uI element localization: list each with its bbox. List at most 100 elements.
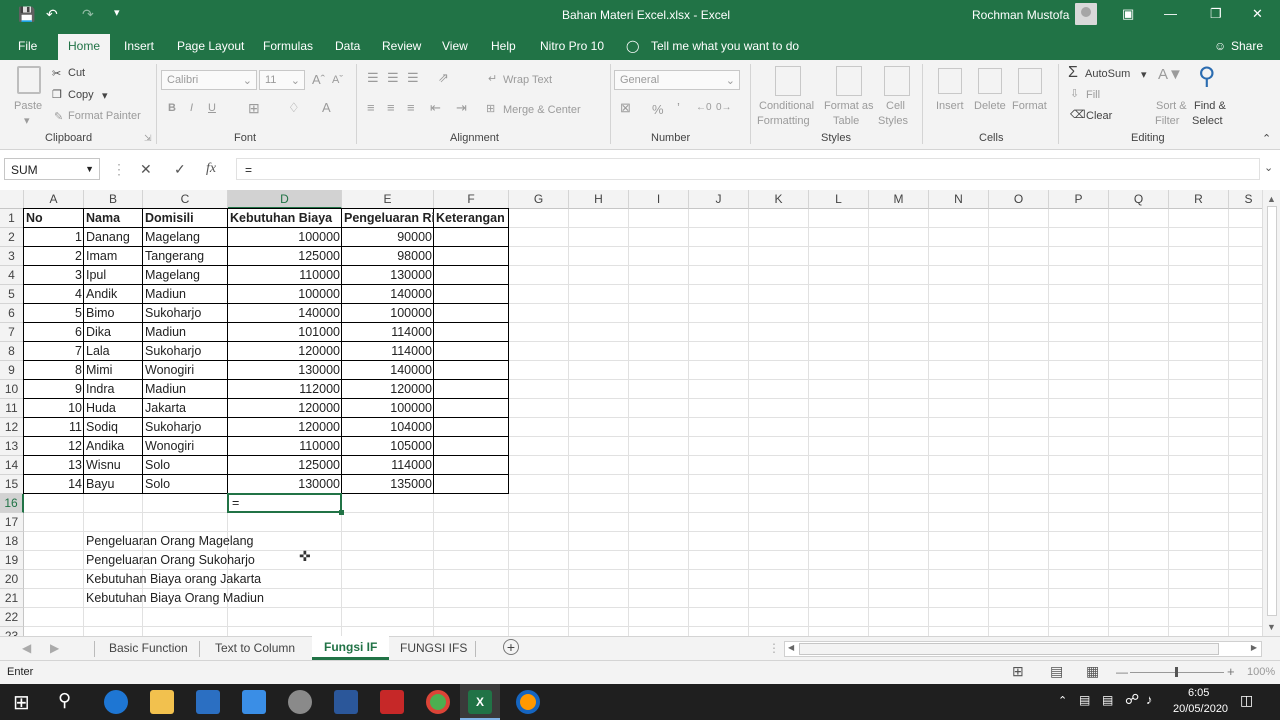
column-header-k[interactable]: K bbox=[749, 190, 809, 209]
search-icon[interactable]: ⚲ bbox=[58, 690, 71, 711]
middle-align-icon[interactable]: ☰ bbox=[387, 70, 399, 86]
table-cell[interactable]: 140000 bbox=[342, 361, 434, 380]
tab-review[interactable]: Review bbox=[382, 39, 421, 53]
select-all-corner[interactable] bbox=[0, 190, 24, 209]
insert-function-button[interactable]: fx bbox=[206, 161, 216, 177]
bottom-align-icon[interactable]: ☰ bbox=[407, 70, 419, 86]
row-header-14[interactable]: 14 bbox=[0, 456, 24, 475]
word-icon[interactable] bbox=[334, 690, 358, 714]
user-name[interactable]: Rochman Mustofa bbox=[972, 8, 1069, 22]
normal-view-icon[interactable]: ⊞ bbox=[1012, 663, 1024, 680]
note-cell[interactable]: Kebutuhan Biaya Orang Madiun bbox=[84, 589, 344, 608]
table-cell[interactable]: Wisnu bbox=[84, 456, 143, 475]
sheet-tab-text-to-column[interactable]: Text to Column bbox=[215, 641, 295, 655]
sheet-tab-basic-function[interactable]: Basic Function bbox=[109, 641, 188, 655]
format-as-table-button[interactable]: Format as bbox=[824, 100, 874, 112]
table-cell[interactable]: Wonogiri bbox=[143, 437, 228, 456]
comma-icon[interactable]: ’ bbox=[677, 100, 680, 115]
row-header-12[interactable]: 12 bbox=[0, 418, 24, 437]
column-header-n[interactable]: N bbox=[929, 190, 989, 209]
scroll-right-icon[interactable]: ▶ bbox=[1251, 643, 1257, 652]
row-header-22[interactable]: 22 bbox=[0, 608, 24, 627]
table-cell[interactable]: 120000 bbox=[228, 418, 342, 437]
tell-me-search[interactable]: Tell me what you want to do bbox=[651, 39, 799, 53]
volume-icon[interactable]: ♪ bbox=[1146, 692, 1153, 707]
scroll-up-icon[interactable]: ▲ bbox=[1267, 194, 1276, 204]
excel-taskbar-icon[interactable]: X bbox=[468, 690, 492, 714]
table-cell[interactable]: Madiun bbox=[143, 380, 228, 399]
table-cell[interactable]: 100000 bbox=[342, 304, 434, 323]
table-cell[interactable]: 130000 bbox=[228, 361, 342, 380]
zoom-slider-thumb[interactable] bbox=[1175, 667, 1178, 677]
formula-input[interactable]: = bbox=[236, 158, 1260, 180]
borders-icon[interactable]: ⊞ bbox=[248, 100, 260, 117]
edge-icon[interactable] bbox=[104, 690, 128, 714]
clipboard-launcher-icon[interactable]: ⇲ bbox=[144, 133, 152, 144]
firefox-icon[interactable] bbox=[516, 690, 540, 714]
table-cell[interactable]: 9 bbox=[24, 380, 84, 399]
undo-icon[interactable]: ↶ bbox=[46, 6, 58, 23]
save-icon[interactable]: 💾 bbox=[18, 6, 35, 23]
minimize-icon[interactable]: — bbox=[1164, 6, 1177, 21]
tab-view[interactable]: View bbox=[442, 39, 468, 53]
table-cell[interactable]: Madiun bbox=[143, 285, 228, 304]
number-format-select[interactable]: General ⌄ bbox=[614, 70, 740, 90]
scroll-thumb[interactable] bbox=[799, 643, 1219, 655]
sheet-tab-fungsi-if[interactable]: Fungsi IF bbox=[312, 636, 390, 660]
row-header-21[interactable]: 21 bbox=[0, 589, 24, 608]
page-layout-view-icon[interactable]: ▤ bbox=[1050, 663, 1063, 680]
table-cell[interactable]: 10 bbox=[24, 399, 84, 418]
wrap-text-button[interactable]: Wrap Text bbox=[503, 74, 552, 86]
column-header-m[interactable]: M bbox=[869, 190, 929, 209]
format-cells-button[interactable]: Format bbox=[1012, 100, 1047, 112]
table-cell[interactable]: Indra bbox=[84, 380, 143, 399]
app-icon[interactable] bbox=[288, 690, 312, 714]
table-cell[interactable]: 101000 bbox=[228, 323, 342, 342]
increase-indent-icon[interactable]: ⇥ bbox=[456, 100, 467, 116]
table-cell[interactable]: Solo bbox=[143, 456, 228, 475]
table-cell[interactable]: Tangerang bbox=[143, 247, 228, 266]
table-cell[interactable]: Magelang bbox=[143, 228, 228, 247]
table-cell[interactable]: 100000 bbox=[342, 399, 434, 418]
top-align-icon[interactable]: ☰ bbox=[367, 70, 379, 86]
insert-cells-button[interactable]: Insert bbox=[936, 100, 964, 112]
table-cell[interactable]: 125000 bbox=[228, 456, 342, 475]
mail-icon[interactable] bbox=[242, 690, 266, 714]
store-icon[interactable] bbox=[196, 690, 220, 714]
table-cell[interactable]: 12 bbox=[24, 437, 84, 456]
table-cell[interactable]: 120000 bbox=[228, 342, 342, 361]
worksheet-grid[interactable]: A B C D E F G H I J K L M N O P Q R S 1 2 3 4 5 6 7 8 9 10 11 12 13 14 15… bbox=[0, 190, 1262, 636]
column-header-i[interactable]: I bbox=[629, 190, 689, 209]
bold-icon[interactable]: B bbox=[168, 102, 176, 114]
find-select-button[interactable]: Find & bbox=[1194, 100, 1226, 112]
decrease-font-icon[interactable]: Aˇ bbox=[332, 74, 343, 86]
chrome-icon[interactable] bbox=[426, 690, 450, 714]
table-cell[interactable]: Lala bbox=[84, 342, 143, 361]
column-header-b[interactable]: B bbox=[84, 190, 143, 209]
row-header-16[interactable]: 16 bbox=[0, 494, 24, 513]
underline-icon[interactable]: U bbox=[208, 102, 216, 114]
prev-sheet-icon[interactable]: ◀ bbox=[22, 641, 31, 655]
mendeley-icon[interactable] bbox=[380, 690, 404, 714]
collapse-ribbon-icon[interactable]: ⌃ bbox=[1262, 132, 1271, 145]
table-cell[interactable]: 114000 bbox=[342, 342, 434, 361]
scroll-thumb[interactable] bbox=[1267, 206, 1277, 616]
zoom-in-icon[interactable]: + bbox=[1227, 664, 1235, 679]
add-sheet-icon[interactable]: + bbox=[503, 639, 519, 655]
table-cell[interactable]: 100000 bbox=[228, 228, 342, 247]
zoom-out-icon[interactable]: — bbox=[1116, 665, 1128, 679]
clear-button[interactable]: Clear bbox=[1086, 110, 1112, 122]
table-cell[interactable]: 5 bbox=[24, 304, 84, 323]
cell-styles-button[interactable]: Cell bbox=[886, 100, 905, 112]
conditional-formatting-button[interactable]: Conditional bbox=[759, 100, 814, 112]
clock-date[interactable]: 20/05/2020 bbox=[1173, 703, 1228, 715]
column-header-l[interactable]: L bbox=[809, 190, 869, 209]
notifications-icon[interactable]: ◫ bbox=[1240, 692, 1253, 709]
column-header-d[interactable]: D bbox=[228, 190, 342, 209]
file-explorer-icon[interactable] bbox=[150, 690, 174, 714]
table-cell[interactable]: 100000 bbox=[228, 285, 342, 304]
avatar[interactable] bbox=[1075, 3, 1097, 25]
table-cell[interactable]: 4 bbox=[24, 285, 84, 304]
align-center-icon[interactable]: ≡ bbox=[387, 100, 395, 115]
table-cell[interactable]: Mimi bbox=[84, 361, 143, 380]
